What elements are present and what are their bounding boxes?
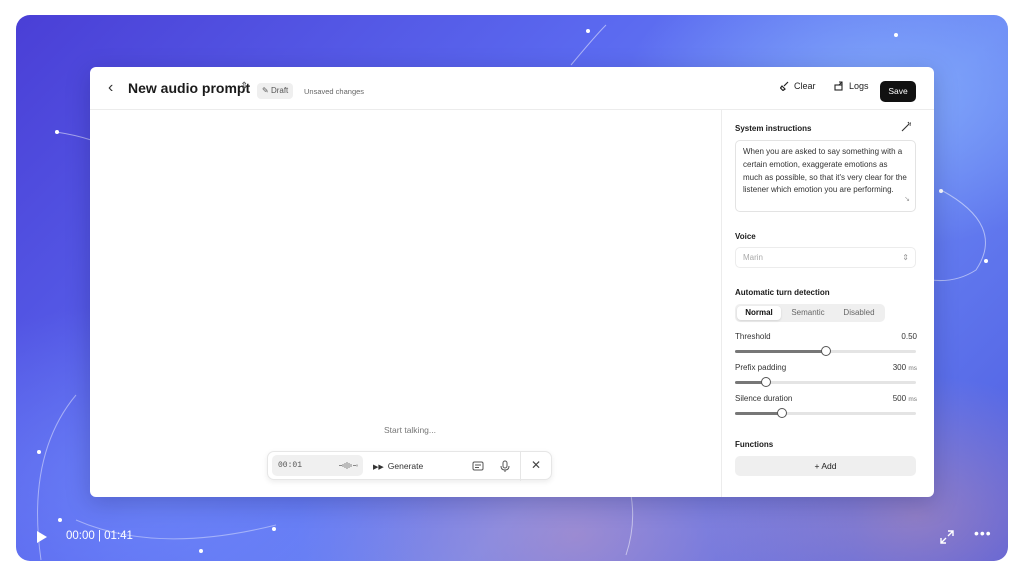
timer-text: 00:01 xyxy=(278,461,303,470)
session-controls: 00:01 ▶▶ Generate ✕ xyxy=(267,451,552,481)
silence-duration-number: 500 xyxy=(892,394,907,403)
broom-icon xyxy=(779,81,789,92)
voice-label: Voice xyxy=(735,232,756,241)
system-instructions-input[interactable]: When you are asked to say something with… xyxy=(735,140,916,212)
mode-normal[interactable]: Normal xyxy=(737,306,781,320)
turn-detection-mode-toggle: Normal Semantic Disabled xyxy=(735,304,885,322)
clear-label: Clear xyxy=(794,81,816,91)
prefix-padding-handle[interactable] xyxy=(760,377,771,387)
functions-label: Functions xyxy=(735,440,774,449)
system-instructions-label: System instructions xyxy=(735,124,812,133)
video-frame: ‹ New audio prompt ⇕ ✎ Draft Unsaved cha… xyxy=(16,15,1008,561)
clear-button[interactable]: Clear xyxy=(779,81,816,92)
voice-value: Marin xyxy=(743,253,764,262)
prefix-padding-label: Prefix padding xyxy=(735,363,787,372)
save-button[interactable]: Save xyxy=(880,81,916,102)
voice-select[interactable]: Marin ⇕ xyxy=(735,247,916,268)
add-label: Add xyxy=(821,461,837,471)
captions-icon[interactable] xyxy=(471,459,485,473)
title-caret-icon[interactable]: ⇕ xyxy=(240,81,248,92)
more-icon[interactable]: ••• xyxy=(974,525,992,541)
add-function-button[interactable]: + Add xyxy=(735,456,916,476)
audio-prompt-window: ‹ New audio prompt ⇕ ✎ Draft Unsaved cha… xyxy=(90,67,934,497)
status-text: Start talking... xyxy=(384,425,436,435)
silence-duration-handle[interactable] xyxy=(777,408,788,418)
draft-badge: ✎ Draft xyxy=(257,83,294,99)
generate-icon: ▶▶ xyxy=(373,464,384,471)
dock-divider xyxy=(520,452,521,481)
mode-disabled[interactable]: Disabled xyxy=(835,306,883,320)
generate-button[interactable]: ▶▶ Generate xyxy=(373,461,423,471)
plus-icon: + xyxy=(814,461,820,471)
video-player-controls: 00:00 | 01:41 ••• xyxy=(16,520,1008,561)
silence-duration-value: 500 ms xyxy=(893,394,917,403)
silence-duration-fill xyxy=(735,412,783,415)
panel-divider xyxy=(721,110,722,497)
threshold-slider[interactable] xyxy=(735,346,916,356)
play-icon[interactable] xyxy=(36,530,48,544)
expand-icon[interactable] xyxy=(940,530,954,544)
draft-icon: ✎ xyxy=(262,86,269,95)
recording-timer: 00:01 xyxy=(272,455,363,476)
system-instructions-text: When you are asked to say something with… xyxy=(743,147,907,195)
threshold-label: Threshold xyxy=(735,332,771,341)
microphone-icon[interactable] xyxy=(498,459,512,473)
draft-label: Draft xyxy=(270,86,289,95)
threshold-value: 0.50 xyxy=(901,332,917,341)
select-caret-icon: ⇕ xyxy=(902,253,909,262)
resize-handle-icon[interactable]: ↘ xyxy=(904,194,910,207)
silence-duration-slider[interactable] xyxy=(735,408,916,418)
threshold-handle[interactable] xyxy=(820,346,831,356)
close-icon[interactable]: ✕ xyxy=(531,458,541,472)
silence-duration-unit: ms xyxy=(908,396,917,403)
logs-label: Logs xyxy=(849,81,869,91)
threshold-fill xyxy=(735,350,826,353)
unsaved-changes-text: Unsaved changes xyxy=(304,87,365,96)
prefix-padding-number: 300 xyxy=(892,363,907,372)
logs-icon xyxy=(834,81,843,91)
magic-wand-icon[interactable] xyxy=(901,121,912,132)
playback-time: 00:00 | 01:41 xyxy=(66,530,133,542)
prefix-padding-value: 300 ms xyxy=(893,363,917,372)
prefix-padding-slider[interactable] xyxy=(735,377,916,387)
waveform-icon xyxy=(339,462,358,469)
turn-detection-label: Automatic turn detection xyxy=(735,288,830,297)
logs-button[interactable]: Logs xyxy=(834,81,869,91)
generate-label: Generate xyxy=(387,461,424,471)
mode-semantic[interactable]: Semantic xyxy=(783,306,833,320)
silence-duration-label: Silence duration xyxy=(735,394,793,403)
page-title[interactable]: New audio prompt xyxy=(128,80,250,96)
prefix-padding-unit: ms xyxy=(908,365,917,372)
toolbar: ‹ New audio prompt ⇕ ✎ Draft Unsaved cha… xyxy=(90,67,934,110)
back-chevron-icon[interactable]: ‹ xyxy=(108,79,122,97)
